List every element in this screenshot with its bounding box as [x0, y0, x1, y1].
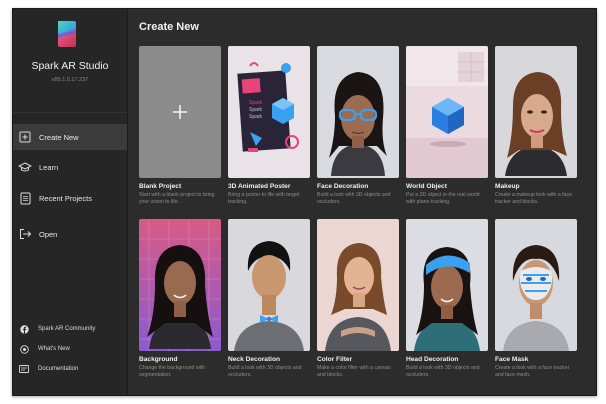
facebook-icon	[19, 324, 29, 334]
face-mask-portrait	[503, 245, 569, 351]
template-makeup[interactable]: Makeup Create a makeup look with a face …	[495, 46, 577, 206]
poster-illustration: Spark Spark Spark	[237, 62, 299, 152]
template-color-filter[interactable]: Color Filter Make a color filter with a …	[317, 219, 399, 379]
template-thumbnail	[406, 219, 488, 351]
plus-icon	[172, 104, 188, 120]
template-thumbnail	[317, 46, 399, 178]
head-decoration-portrait	[414, 247, 480, 351]
page-title: Create New	[139, 21, 199, 33]
template-title: Head Decoration	[406, 356, 459, 363]
template-description: Build a look with 3D objects and occlude…	[317, 192, 391, 205]
spark-ar-logo-icon	[54, 19, 80, 49]
nav-recent-projects[interactable]: Recent Projects	[13, 185, 127, 211]
book-icon	[19, 364, 29, 374]
nav-learn[interactable]: Learn	[13, 154, 127, 180]
template-title: 3D Animated Poster	[228, 183, 291, 190]
template-3d-animated-poster[interactable]: Spark Spark Spark 3D Animated Poster Bri…	[228, 46, 310, 206]
nav-open-label: Open	[39, 229, 58, 239]
footer-whats-new-label: What's New	[38, 346, 70, 352]
template-title: Blank Project	[139, 183, 182, 190]
template-title: World Object	[406, 183, 447, 190]
template-thumbnail	[406, 46, 488, 178]
template-description: Start with a blank project to bring your…	[139, 192, 215, 205]
document-icon	[18, 191, 32, 205]
makeup-portrait	[505, 72, 567, 176]
nav-create-new[interactable]: Create New	[13, 124, 127, 150]
nav-create-new-label: Create New	[39, 132, 79, 142]
app-version: v85.1.0.17.237	[51, 77, 89, 83]
template-description: Build a look with 3D objects and occlude…	[406, 365, 480, 378]
template-title: Neck Decoration	[228, 356, 281, 363]
footer-whats-new[interactable]: What's New	[13, 341, 127, 357]
open-arrow-icon	[18, 227, 32, 241]
app-name: Spark AR Studio	[31, 60, 109, 72]
brand-header: Spark AR Studio v85.1.0.17.237	[13, 9, 127, 113]
face-decoration-portrait	[329, 72, 387, 176]
template-thumbnail	[317, 219, 399, 351]
template-head-decoration[interactable]: Head Decoration Build a look with 3D obj…	[406, 219, 488, 379]
template-thumbnail	[495, 219, 577, 351]
poster-text-1: Spark	[249, 100, 263, 106]
footer-documentation-label: Documentation	[38, 366, 79, 372]
world-object-scene	[406, 46, 488, 178]
template-description: Bring a poster to life with target track…	[228, 192, 300, 205]
spark-icon	[19, 344, 29, 354]
background-portrait	[139, 219, 221, 351]
nav-open[interactable]: Open	[13, 221, 127, 247]
template-title: Background	[139, 356, 178, 363]
template-thumbnail: Spark Spark Spark	[228, 46, 310, 178]
sidebar: Spark AR Studio v85.1.0.17.237 Create Ne…	[13, 9, 128, 395]
template-world-object[interactable]: World Object Put a 3D object in the real…	[406, 46, 488, 206]
template-title: Face Decoration	[317, 183, 369, 190]
graduation-cap-icon	[18, 160, 32, 174]
template-description: Make a color filter with a canvas and bl…	[317, 365, 391, 378]
nav-recent-projects-label: Recent Projects	[39, 193, 92, 203]
template-face-decoration[interactable]: Face Decoration Build a look with 3D obj…	[317, 46, 399, 206]
template-title: Face Mask	[495, 356, 529, 363]
template-title: Color Filter	[317, 356, 353, 363]
neck-decoration-portrait	[234, 241, 304, 351]
template-description: Build a look with 3D objects and occlude…	[228, 365, 302, 378]
template-description: Put a 3D object in the real world with p…	[406, 192, 480, 205]
main-panel: Create New Blank Project Start with a bl…	[128, 9, 596, 395]
poster-text-3: Spark	[249, 114, 263, 120]
template-thumbnail	[228, 219, 310, 351]
template-description: Change the background with segmentation.	[139, 365, 206, 378]
footer-documentation[interactable]: Documentation	[13, 361, 127, 377]
app-window: Spark AR Studio v85.1.0.17.237 Create Ne…	[12, 8, 597, 396]
template-thumbnail	[139, 46, 221, 178]
poster-text-2: Spark	[249, 107, 263, 113]
template-title: Makeup	[495, 183, 520, 190]
create-new-icon	[18, 130, 32, 144]
template-face-mask[interactable]: Face Mask Create a look with a face trac…	[495, 219, 577, 379]
nav-learn-label: Learn	[39, 162, 59, 172]
footer-community-label: Spark AR Community	[38, 326, 96, 332]
footer-spark-ar-community[interactable]: Spark AR Community	[13, 321, 127, 337]
template-description: Create a makeup look with a face tracker…	[495, 192, 572, 205]
color-filter-portrait	[325, 243, 391, 351]
template-thumbnail	[139, 219, 221, 351]
template-blank-project[interactable]: Blank Project Start with a blank project…	[139, 46, 221, 206]
template-background[interactable]: Background Change the background with se…	[139, 219, 221, 379]
template-neck-decoration[interactable]: Neck Decoration Build a look with 3D obj…	[228, 219, 310, 379]
template-description: Create a look with a face tracker and fa…	[495, 365, 570, 378]
template-thumbnail	[495, 46, 577, 178]
